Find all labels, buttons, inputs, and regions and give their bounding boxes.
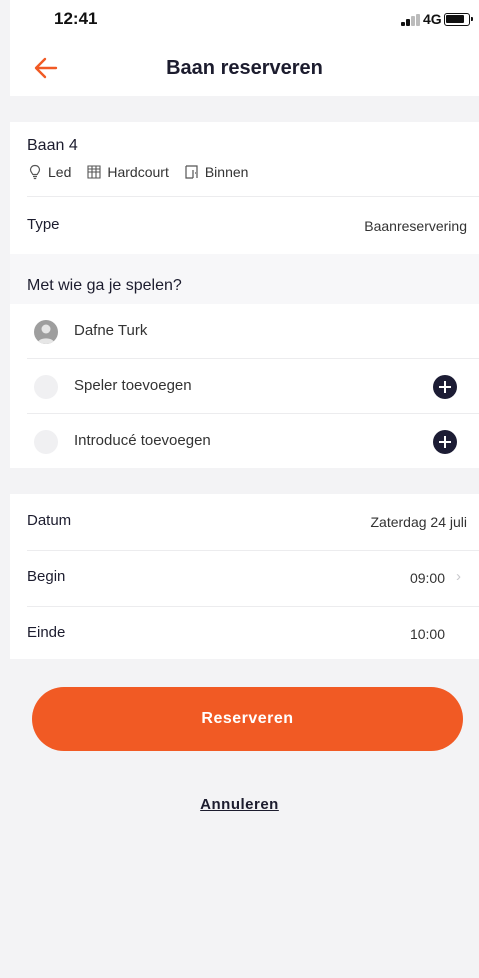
avatar-placeholder	[34, 430, 58, 454]
begin-value[interactable]: 09:00	[410, 570, 445, 586]
divider	[27, 606, 479, 607]
feature-location-label: Binnen	[204, 164, 249, 180]
players-heading-row: Met wie ga je spelen?	[10, 254, 479, 304]
date-value[interactable]: Zaterdag 24 juli	[370, 514, 467, 530]
add-player-row[interactable]: Speler toevoegen	[10, 359, 479, 414]
schedule-card: Datum Zaterdag 24 juli Begin 09:00 › Ein…	[10, 494, 479, 659]
players-heading: Met wie ga je spelen?	[27, 277, 182, 294]
door-icon	[185, 165, 198, 179]
network-type: 4G	[423, 11, 442, 27]
page-title: Baan reserveren	[166, 57, 323, 79]
status-time: 12:41	[54, 9, 98, 28]
avatar-placeholder	[34, 375, 58, 399]
feature-light: Led	[27, 164, 71, 180]
feature-light-label: Led	[48, 164, 72, 180]
battery-icon	[444, 13, 473, 26]
divider	[27, 196, 479, 197]
reserve-button[interactable]: Reserveren	[32, 687, 463, 751]
date-label: Datum	[27, 512, 72, 529]
player-name: Dafne Turk	[74, 322, 148, 339]
add-player-plus-icon[interactable]	[433, 375, 457, 399]
top-bar: Baan reserveren	[10, 40, 479, 96]
type-value: Baanreservering	[364, 218, 467, 234]
add-player-label: Speler toevoegen	[74, 377, 192, 394]
avatar	[34, 320, 58, 344]
user-icon	[37, 324, 55, 344]
players-list: Dafne Turk Speler toevoegen Introducé to…	[10, 304, 479, 468]
list-item: Dafne Turk	[10, 304, 479, 359]
signal-icon	[401, 14, 423, 26]
cancel-link[interactable]: Annuleren	[0, 796, 479, 813]
court-surface-icon	[87, 165, 101, 179]
feature-surface: Hardcourt	[86, 164, 169, 180]
feature-surface-label: Hardcourt	[107, 164, 169, 180]
add-guest-row[interactable]: Introducé toevoegen	[10, 414, 479, 469]
end-label: Einde	[27, 624, 66, 641]
divider	[27, 550, 479, 551]
court-name: Baan 4	[27, 137, 78, 154]
bulb-icon	[29, 164, 41, 180]
court-card: Baan 4 Led Hardcourt Binnen Type Baanres…	[10, 122, 479, 254]
court-features: Led Hardcourt Binnen	[27, 164, 248, 180]
feature-location: Binnen	[184, 164, 249, 180]
chevron-right-icon[interactable]: ›	[456, 568, 461, 585]
begin-label: Begin	[27, 568, 66, 585]
status-bar: 12:41 4G	[10, 0, 479, 40]
add-guest-plus-icon[interactable]	[433, 430, 457, 454]
type-label: Type	[27, 216, 60, 233]
add-guest-label: Introducé toevoegen	[74, 432, 211, 449]
end-value[interactable]: 10:00	[410, 626, 445, 642]
